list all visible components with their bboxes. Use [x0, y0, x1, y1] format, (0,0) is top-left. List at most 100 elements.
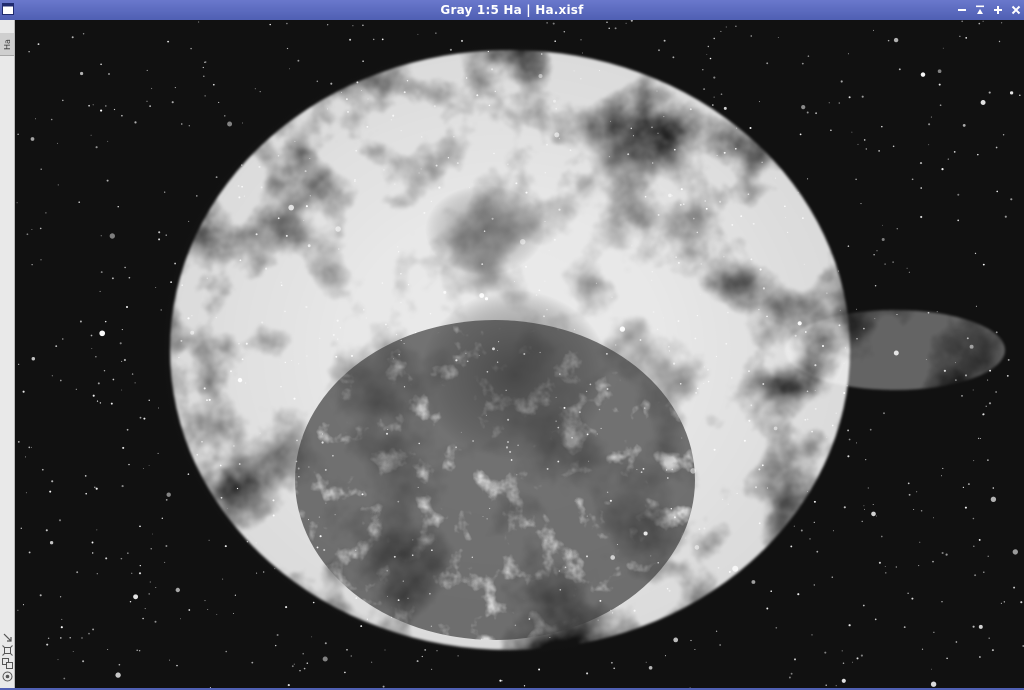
star	[124, 266, 126, 269]
star	[478, 355, 480, 356]
star	[303, 219, 305, 222]
star	[706, 53, 708, 55]
star	[848, 438, 851, 441]
star	[226, 508, 228, 509]
star	[31, 356, 36, 361]
star	[294, 140, 296, 142]
window-menu-icon[interactable]	[1, 2, 15, 16]
star	[457, 655, 459, 657]
star	[233, 445, 235, 447]
star	[215, 176, 218, 179]
star	[825, 684, 827, 686]
star	[957, 219, 960, 222]
star	[544, 220, 546, 223]
star	[96, 400, 99, 402]
star	[595, 282, 597, 284]
star	[535, 294, 538, 296]
star	[455, 359, 458, 362]
star	[803, 263, 805, 265]
star	[482, 516, 484, 518]
clone-view-icon[interactable]	[1, 654, 13, 669]
star	[697, 387, 699, 390]
star	[510, 459, 513, 461]
star	[277, 217, 280, 220]
star	[586, 433, 589, 436]
star	[385, 432, 389, 435]
star	[648, 665, 653, 670]
star	[165, 499, 168, 501]
star	[259, 90, 261, 93]
star	[244, 382, 247, 384]
star	[251, 661, 254, 664]
image-canvas[interactable]	[15, 20, 1024, 688]
star	[573, 70, 575, 72]
star	[719, 200, 722, 203]
shade-icon[interactable]	[974, 4, 986, 16]
star	[491, 217, 494, 220]
star	[455, 446, 457, 449]
star	[255, 233, 258, 236]
star	[361, 493, 364, 496]
star	[685, 537, 687, 539]
star	[136, 649, 138, 652]
star	[491, 68, 494, 71]
settings-icon[interactable]	[2, 667, 13, 682]
star	[925, 358, 927, 361]
star	[400, 129, 402, 132]
star	[78, 201, 81, 204]
star	[45, 212, 47, 214]
star	[309, 195, 311, 197]
star	[814, 390, 816, 391]
star	[349, 38, 352, 41]
star	[907, 592, 909, 594]
star	[672, 56, 675, 59]
star	[397, 599, 400, 602]
auto-stretch-icon[interactable]	[2, 628, 13, 642]
star	[668, 350, 670, 352]
star	[784, 205, 786, 208]
star	[202, 66, 204, 69]
star	[152, 533, 153, 535]
maximize-icon[interactable]	[992, 4, 1004, 16]
star	[806, 111, 809, 114]
star	[847, 429, 850, 432]
star	[307, 244, 311, 248]
view-identifier-tab[interactable]: Ha	[0, 33, 14, 56]
star	[498, 341, 500, 343]
star	[651, 271, 653, 273]
star	[50, 118, 53, 121]
star	[652, 162, 654, 164]
close-icon[interactable]	[1010, 4, 1022, 16]
star	[92, 104, 94, 106]
sidebar-tools	[0, 628, 14, 682]
star	[928, 144, 930, 146]
star	[913, 509, 915, 510]
title-bar[interactable]: Gray 1:5 Ha | Ha.xisf	[0, 0, 1024, 20]
star	[190, 330, 195, 335]
star	[918, 565, 920, 567]
star	[703, 527, 706, 530]
star	[431, 549, 433, 552]
fit-view-icon[interactable]	[1, 641, 13, 656]
star	[752, 222, 755, 225]
minimize-icon[interactable]	[956, 4, 968, 16]
star	[893, 350, 899, 356]
star	[63, 677, 66, 680]
star	[835, 685, 837, 687]
star	[723, 106, 727, 110]
star	[25, 456, 26, 458]
star	[665, 469, 668, 471]
star	[773, 426, 778, 431]
star	[134, 382, 136, 384]
star	[397, 246, 399, 248]
star	[465, 352, 467, 354]
star	[208, 398, 211, 401]
star	[381, 282, 384, 284]
star	[784, 217, 787, 219]
star	[424, 648, 427, 651]
star	[762, 287, 765, 290]
star	[830, 129, 832, 132]
star	[715, 630, 718, 632]
star	[420, 136, 423, 138]
star	[749, 126, 752, 130]
